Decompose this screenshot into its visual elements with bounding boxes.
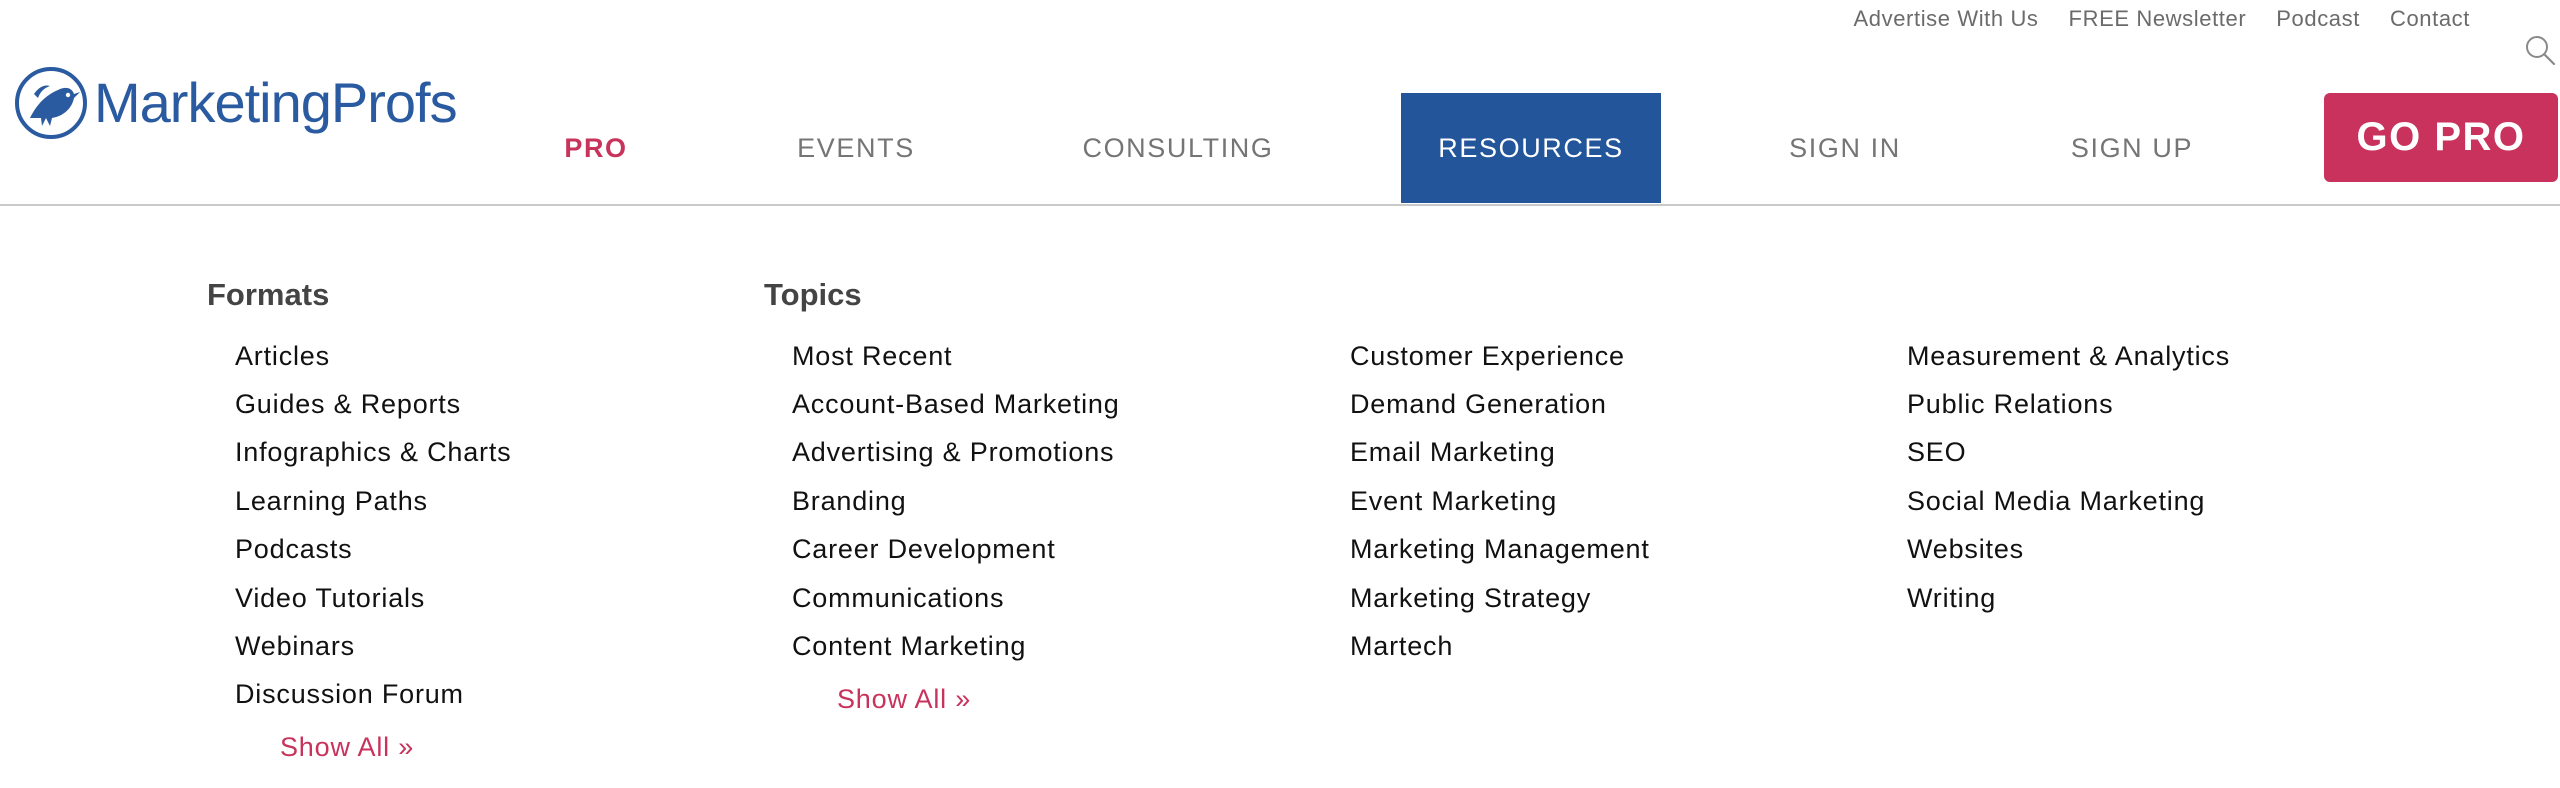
formats-item[interactable]: Infographics & Charts	[235, 429, 511, 477]
topic-item[interactable]: Event Marketing	[1350, 477, 1650, 525]
formats-item[interactable]: Articles	[235, 332, 511, 380]
bird-logo-icon	[15, 67, 87, 139]
logo-wordmark: MarketingProfs	[94, 71, 458, 134]
contact-link[interactable]: Contact	[2390, 6, 2470, 32]
topic-item[interactable]: Content Marketing	[792, 622, 1120, 670]
formats-heading: Formats	[207, 277, 330, 312]
topic-item[interactable]: Demand Generation	[1350, 380, 1650, 428]
topic-item[interactable]: SEO	[1907, 429, 2230, 477]
nav-sign-up[interactable]: SIGN UP	[2050, 93, 2214, 203]
topic-item[interactable]: Communications	[792, 574, 1120, 622]
formats-list: Articles Guides & Reports Infographics &…	[235, 332, 511, 719]
topic-item[interactable]: Marketing Strategy	[1350, 574, 1650, 622]
topic-item[interactable]: Account-Based Marketing	[792, 380, 1120, 428]
topic-item[interactable]: Websites	[1907, 526, 2230, 574]
site-logo[interactable]: MarketingProfs	[14, 64, 458, 142]
topic-item[interactable]: Customer Experience	[1350, 332, 1650, 380]
nav-consulting[interactable]: CONSULTING	[1060, 93, 1296, 203]
topics-list-3: Measurement & Analytics Public Relations…	[1907, 332, 2230, 622]
topic-item[interactable]: Public Relations	[1907, 380, 2230, 428]
formats-item[interactable]: Guides & Reports	[235, 380, 511, 428]
nav-resources[interactable]: RESOURCES	[1401, 93, 1661, 203]
formats-item[interactable]: Webinars	[235, 622, 511, 670]
formats-show-all-link[interactable]: Show All »	[280, 732, 414, 763]
utility-nav: Advertise With Us FREE Newsletter Podcas…	[1854, 4, 2470, 34]
topic-item[interactable]: Martech	[1350, 622, 1650, 670]
search-button[interactable]	[2522, 32, 2558, 68]
topic-item[interactable]: Career Development	[792, 526, 1120, 574]
newsletter-link[interactable]: FREE Newsletter	[2069, 6, 2247, 32]
topics-show-all-link[interactable]: Show All »	[837, 684, 971, 715]
go-pro-button[interactable]: GO PRO	[2324, 93, 2558, 182]
topic-item[interactable]: Advertising & Promotions	[792, 429, 1120, 477]
topic-item[interactable]: Writing	[1907, 574, 2230, 622]
formats-item[interactable]: Video Tutorials	[235, 574, 511, 622]
nav-events[interactable]: EVENTS	[776, 93, 936, 203]
topics-list-2: Customer Experience Demand Generation Em…	[1350, 332, 1650, 671]
topic-item[interactable]: Email Marketing	[1350, 429, 1650, 477]
nav-sign-in[interactable]: SIGN IN	[1770, 93, 1920, 203]
formats-item[interactable]: Learning Paths	[235, 477, 511, 525]
header-divider	[0, 204, 2560, 206]
topic-item[interactable]: Measurement & Analytics	[1907, 332, 2230, 380]
nav-pro[interactable]: PRO	[536, 93, 656, 203]
advertise-link[interactable]: Advertise With Us	[1854, 6, 2039, 32]
formats-item[interactable]: Discussion Forum	[235, 671, 511, 719]
podcast-link[interactable]: Podcast	[2276, 6, 2360, 32]
formats-item[interactable]: Podcasts	[235, 526, 511, 574]
topic-item[interactable]: Social Media Marketing	[1907, 477, 2230, 525]
topic-item[interactable]: Most Recent	[792, 332, 1120, 380]
topic-item[interactable]: Marketing Management	[1350, 526, 1650, 574]
topic-item[interactable]: Branding	[792, 477, 1120, 525]
topics-list-1: Most Recent Account-Based Marketing Adve…	[792, 332, 1120, 671]
topics-heading: Topics	[764, 277, 862, 312]
search-icon	[2526, 36, 2556, 66]
